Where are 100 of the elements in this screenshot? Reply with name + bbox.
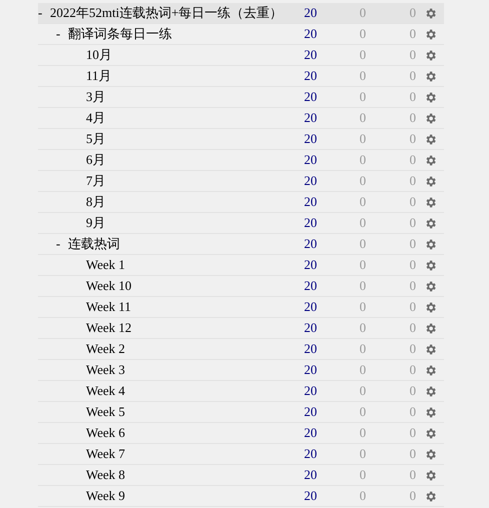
learn-count: 0 [360, 340, 366, 358]
due-count: 0 [410, 235, 416, 254]
deck-row[interactable]: 3月 20 0 0 [38, 87, 444, 108]
deck-name[interactable]: Week 1 [86, 255, 126, 275]
due-count: 0 [410, 487, 416, 506]
deck-row[interactable]: 11月 20 0 0 [38, 66, 444, 87]
new-count: 20 [304, 193, 317, 212]
deck-name[interactable]: Week 3 [86, 360, 126, 380]
settings-icon[interactable] [424, 364, 436, 376]
due-count: 0 [410, 445, 416, 464]
deck-name[interactable]: Week 7 [86, 444, 126, 464]
deck-row[interactable]: Week 4 20 0 0 [38, 381, 444, 402]
settings-icon[interactable] [424, 300, 436, 314]
deck-row[interactable]: Week 6 20 0 0 [38, 423, 444, 444]
learn-count: 0 [360, 319, 366, 338]
deck-name[interactable]: Week 4 [86, 381, 126, 401]
settings-icon[interactable] [424, 48, 436, 62]
deck-row[interactable]: Week 3 20 0 0 [38, 360, 444, 381]
settings-icon[interactable] [424, 196, 436, 208]
deck-row[interactable]: - 连载热词 20 0 0 [38, 234, 444, 255]
settings-icon[interactable] [424, 342, 436, 356]
deck-row[interactable]: 5月 20 0 0 [38, 129, 444, 150]
deck-row[interactable]: - 2022年52mti连载热词+每日一练（去重） 20 0 0 [38, 3, 444, 24]
settings-icon[interactable] [424, 238, 436, 250]
settings-icon[interactable] [424, 280, 436, 292]
collapse-toggle[interactable]: - [38, 3, 50, 23]
settings-icon[interactable] [424, 174, 436, 188]
collapse-toggle[interactable]: - [56, 24, 68, 44]
settings-icon[interactable] [424, 6, 436, 20]
deck-row[interactable]: Week 10 20 0 0 [38, 276, 444, 297]
deck-name[interactable]: 3月 [86, 87, 106, 107]
settings-icon[interactable] [424, 322, 436, 334]
new-count: 20 [304, 46, 317, 64]
learn-count: 0 [360, 403, 366, 422]
settings-icon[interactable] [424, 258, 436, 272]
new-count: 20 [304, 403, 317, 422]
deck-row[interactable]: Week 8 20 0 0 [38, 465, 444, 486]
deck-name[interactable]: 7月 [86, 171, 106, 191]
learn-count: 0 [360, 298, 366, 316]
deck-name[interactable]: Week 11 [86, 297, 132, 317]
due-count: 0 [410, 46, 416, 64]
deck-name[interactable]: 8月 [86, 192, 106, 212]
new-count: 20 [304, 466, 317, 484]
deck-row[interactable]: Week 1 20 0 0 [38, 255, 444, 276]
new-count: 20 [304, 298, 317, 316]
settings-icon[interactable] [424, 28, 436, 40]
deck-name[interactable]: 连载热词 [68, 234, 120, 254]
settings-icon[interactable] [424, 468, 436, 482]
deck-row[interactable]: Week 11 20 0 0 [38, 297, 444, 318]
deck-row[interactable]: 8月 20 0 0 [38, 192, 444, 213]
deck-name[interactable]: Week 6 [86, 423, 126, 443]
deck-row[interactable]: Week 12 20 0 0 [38, 318, 444, 339]
deck-name[interactable]: 2022年52mti连载热词+每日一练（去重） [50, 3, 283, 23]
settings-icon[interactable] [424, 90, 436, 104]
settings-icon[interactable] [424, 384, 436, 398]
deck-name[interactable]: 10月 [86, 45, 112, 65]
deck-row[interactable]: 4月 20 0 0 [38, 108, 444, 129]
new-count: 20 [304, 130, 317, 148]
due-count: 0 [410, 130, 416, 148]
deck-row[interactable]: Week 2 20 0 0 [38, 339, 444, 360]
due-count: 0 [410, 193, 416, 212]
deck-name[interactable]: 11月 [86, 66, 112, 86]
due-count: 0 [410, 361, 416, 380]
settings-icon[interactable] [424, 448, 436, 460]
deck-name[interactable]: Week 12 [86, 318, 132, 338]
deck-row[interactable]: Week 7 20 0 0 [38, 444, 444, 465]
deck-row[interactable]: Week 5 20 0 0 [38, 402, 444, 423]
settings-icon[interactable] [424, 70, 436, 82]
deck-name[interactable]: 9月 [86, 213, 106, 233]
deck-name[interactable]: 4月 [86, 108, 106, 128]
settings-icon[interactable] [424, 132, 436, 146]
deck-row[interactable]: Week 9 20 0 0 [38, 486, 444, 507]
deck-name[interactable]: Week 9 [86, 486, 126, 506]
deck-row[interactable]: 10月 20 0 0 [38, 45, 444, 66]
new-count: 20 [304, 4, 317, 22]
deck-row[interactable]: 7月 20 0 0 [38, 171, 444, 192]
settings-icon[interactable] [424, 112, 436, 124]
deck-row[interactable]: - 翻译词条每日一练 20 0 0 [38, 24, 444, 45]
learn-count: 0 [360, 193, 366, 212]
settings-icon[interactable] [424, 216, 436, 230]
settings-icon[interactable] [424, 490, 436, 502]
deck-name[interactable]: Week 10 [86, 276, 132, 296]
deck-name[interactable]: 6月 [86, 150, 106, 170]
settings-icon[interactable] [424, 406, 436, 418]
deck-name[interactable]: Week 8 [86, 465, 126, 485]
deck-row[interactable]: 6月 20 0 0 [38, 150, 444, 171]
learn-count: 0 [360, 130, 366, 148]
collapse-toggle[interactable]: - [56, 234, 68, 254]
learn-count: 0 [360, 67, 366, 86]
deck-row[interactable]: 9月 20 0 0 [38, 213, 444, 234]
deck-name[interactable]: 5月 [86, 129, 106, 149]
deck-name[interactable]: Week 2 [86, 339, 126, 359]
new-count: 20 [304, 109, 317, 128]
deck-name[interactable]: Week 5 [86, 402, 126, 422]
settings-icon[interactable] [424, 154, 436, 166]
learn-count: 0 [360, 172, 366, 190]
deck-name[interactable]: 翻译词条每日一练 [68, 24, 172, 44]
learn-count: 0 [360, 382, 366, 400]
settings-icon[interactable] [424, 426, 436, 440]
new-count: 20 [304, 424, 317, 442]
